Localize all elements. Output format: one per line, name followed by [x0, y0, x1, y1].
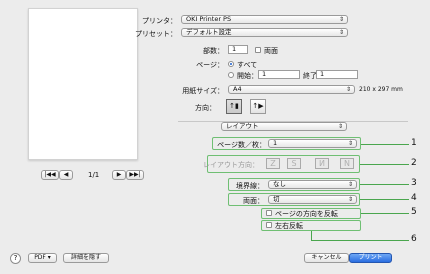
direction-n-reverse-button[interactable]: И [315, 158, 329, 169]
help-icon: ? [13, 254, 18, 262]
callout-3: 3 [411, 178, 417, 188]
pages-all-radio[interactable] [228, 61, 234, 67]
callout-line-4 [360, 199, 409, 200]
duplex-label: 両面 [264, 47, 278, 55]
chevron-updown-icon: ⇕ [347, 181, 353, 188]
chevron-updown-icon: ⇕ [347, 140, 353, 147]
border-label: 境界線： [236, 182, 264, 190]
preset-select[interactable]: デフォルト設定 ⇕ [181, 28, 348, 37]
chevron-updown-icon: ⇕ [347, 196, 353, 203]
pages-to-field[interactable]: 1 [316, 70, 358, 79]
preset-label: プリセット： [135, 30, 177, 38]
section-select[interactable]: レイアウト ⇕ [221, 122, 347, 131]
cancel-button[interactable]: キャンセル [304, 253, 349, 263]
duplex-checkbox[interactable] [255, 47, 261, 53]
callout-line-3 [360, 184, 409, 185]
two-sided-select[interactable]: 切 ⇕ [268, 195, 357, 204]
landscape-orientation-button[interactable]: ↑▶ [250, 99, 266, 114]
orientation-label: 方向： [195, 104, 216, 112]
direction-z-button[interactable]: Z [266, 158, 280, 169]
reverse-orientation-checkbox[interactable] [266, 210, 272, 216]
chevron-updown-icon: ⇕ [337, 123, 343, 130]
pdf-menu-button[interactable]: PDF ▾ [28, 253, 57, 263]
flip-horizontal-checkbox[interactable] [266, 222, 272, 228]
direction-s-button[interactable]: S [287, 158, 301, 169]
paper-size-select[interactable]: A4 ⇕ [228, 85, 355, 94]
direction-n-button[interactable]: N [340, 158, 354, 169]
layout-direction-label: レイアウト方向： [203, 161, 259, 169]
printer-select[interactable]: OKI Printer PS ⇕ [181, 15, 348, 24]
preview-last-button[interactable]: ▶▶| [126, 170, 144, 180]
pages-range-radio[interactable] [228, 72, 234, 78]
callout-2: 2 [411, 158, 417, 168]
pages-all-label: すべて [237, 61, 258, 69]
pages-per-sheet-select[interactable]: 1 ⇕ [268, 139, 357, 148]
callout-line-2 [360, 164, 409, 165]
printer-label: プリンタ： [142, 17, 177, 25]
pages-label: ページ： [196, 61, 224, 69]
help-button[interactable]: ? [10, 253, 21, 264]
copies-field[interactable]: 1 [228, 45, 248, 54]
preview-first-button[interactable]: |◀◀ [41, 170, 59, 180]
portrait-icon: ↑▮ [229, 102, 239, 110]
portrait-orientation-button[interactable]: ↑▮ [226, 99, 242, 114]
paper-size-label: 用紙サイズ： [182, 87, 224, 95]
page-indicator: 1/1 [88, 171, 100, 179]
callout-line-1 [361, 144, 409, 145]
pages-from-field[interactable]: 1 [258, 70, 300, 79]
print-button[interactable]: プリント [349, 253, 392, 263]
preview-next-button[interactable]: ▶ [112, 170, 126, 180]
paper-dimensions: 210 x 297 mm [359, 86, 403, 93]
callout-line-6 [311, 240, 409, 241]
hide-details-button[interactable]: 詳細を隠す [63, 253, 109, 263]
callout-5: 5 [411, 207, 417, 217]
callout-6: 6 [411, 234, 417, 244]
chevron-updown-icon: ⇕ [338, 16, 344, 23]
two-sided-label: 両面： [243, 197, 264, 205]
copies-label: 部数： [203, 47, 224, 55]
chevron-updown-icon: ⇕ [345, 86, 351, 93]
landscape-icon: ↑▶ [252, 102, 264, 110]
pages-from-label: 開始： [237, 72, 258, 80]
preview-prev-button[interactable]: ◀ [59, 170, 73, 180]
chevron-updown-icon: ⇕ [338, 29, 344, 36]
callout-line-5 [361, 213, 409, 214]
reverse-orientation-label: ページの方向を反転 [275, 210, 338, 218]
callout-4: 4 [411, 193, 417, 203]
callout-1: 1 [411, 138, 417, 148]
pages-per-sheet-label: ページ数／枚： [217, 141, 266, 149]
border-select[interactable]: なし ⇕ [268, 180, 357, 189]
preview-pane [28, 8, 138, 160]
flip-horizontal-label: 左右反転 [275, 222, 303, 230]
